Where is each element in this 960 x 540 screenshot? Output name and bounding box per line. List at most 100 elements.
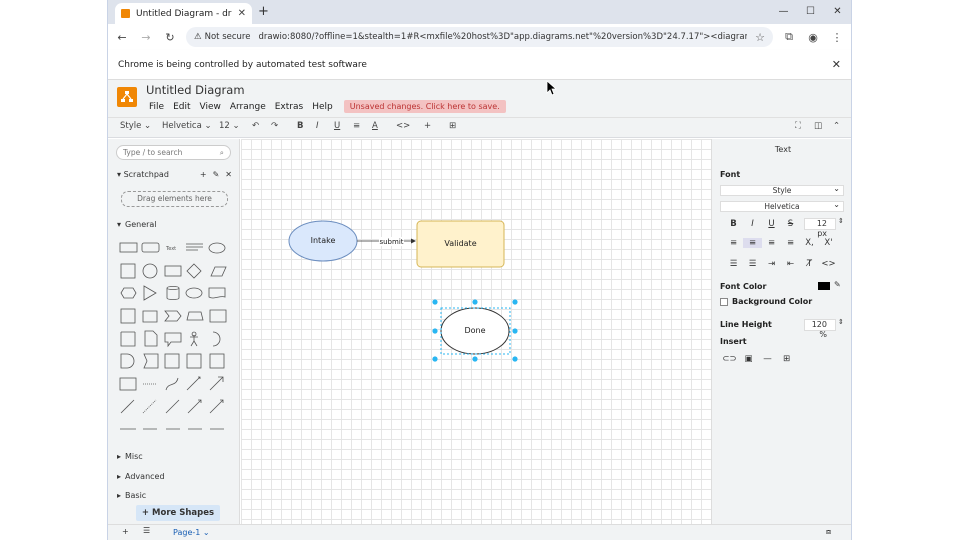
tape-shape[interactable] bbox=[209, 309, 227, 323]
actor-shape[interactable] bbox=[190, 331, 198, 347]
insert-table-icon[interactable]: ⊞ bbox=[777, 354, 796, 364]
numbered-list-icon[interactable]: ☰ bbox=[724, 259, 743, 269]
page-tab[interactable]: Page-1 ⌄ bbox=[173, 528, 210, 537]
cast-icon[interactable]: ⧉ bbox=[781, 30, 797, 44]
close-tab-icon[interactable]: ✕ bbox=[238, 8, 246, 19]
insert-horizontal-rule-icon[interactable]: — bbox=[758, 354, 777, 364]
step-shape[interactable] bbox=[164, 310, 182, 322]
unsaved-changes-button[interactable]: Unsaved changes. Click here to save. bbox=[343, 100, 506, 113]
square-2-shape[interactable] bbox=[164, 353, 180, 369]
align-left-icon[interactable]: ≡ bbox=[724, 238, 743, 248]
color-picker-icon[interactable]: ✎ bbox=[834, 280, 841, 289]
collapse-icon[interactable]: ⌃ bbox=[833, 121, 840, 131]
line-shape[interactable] bbox=[120, 399, 135, 414]
table-shape[interactable] bbox=[119, 377, 137, 391]
maximize-icon[interactable]: ☐ bbox=[797, 0, 824, 24]
html-icon[interactable]: <> bbox=[396, 121, 410, 131]
rectangle-shape[interactable] bbox=[119, 242, 138, 253]
panel-underline-icon[interactable]: U bbox=[762, 219, 781, 229]
arrow-connector-shape[interactable] bbox=[209, 399, 224, 414]
table-icon[interactable]: ⊞ bbox=[449, 121, 456, 131]
align-center-icon[interactable]: ≡ bbox=[743, 238, 762, 248]
font-select[interactable]: Helvetica bbox=[720, 200, 844, 212]
clear-format-icon[interactable]: T̸ bbox=[800, 259, 819, 269]
forward-icon[interactable]: → bbox=[138, 31, 154, 44]
edit-icon[interactable]: ✎ bbox=[213, 170, 220, 179]
menu-edit[interactable]: Edit bbox=[173, 102, 190, 112]
frame-shape[interactable] bbox=[186, 353, 202, 369]
font-size-input[interactable]: 12 px bbox=[804, 218, 836, 238]
callout-shape[interactable] bbox=[164, 332, 182, 348]
new-tab-button[interactable]: + bbox=[258, 4, 269, 19]
omnibox[interactable]: ⚠ Not secure drawio:8080/?offline=1&steal… bbox=[186, 27, 773, 47]
pages-menu-icon[interactable]: ☰ bbox=[143, 526, 150, 535]
diagram-title[interactable]: Untitled Diagram bbox=[146, 83, 245, 97]
dotted-line-shape[interactable] bbox=[142, 399, 157, 414]
superscript-icon[interactable]: X' bbox=[819, 238, 838, 248]
style-select[interactable]: Style bbox=[720, 184, 844, 196]
format-tab-text[interactable]: Text bbox=[712, 145, 851, 154]
outdent-icon[interactable]: ⇤ bbox=[781, 259, 800, 269]
internal-storage-shape[interactable] bbox=[120, 308, 136, 324]
misc-section[interactable]: ▸ Misc bbox=[117, 452, 143, 461]
close-window-icon[interactable]: ✕ bbox=[824, 0, 851, 24]
square-shape[interactable] bbox=[120, 263, 136, 279]
curve-shape[interactable] bbox=[165, 377, 179, 391]
card-shape[interactable] bbox=[144, 330, 158, 347]
format-panel-toggle-icon[interactable]: ◫ bbox=[814, 121, 822, 131]
basic-section[interactable]: ▸ Basic bbox=[117, 491, 146, 500]
diamond-shape[interactable] bbox=[186, 263, 202, 279]
display-shape[interactable] bbox=[143, 353, 159, 369]
add-page-icon[interactable]: + bbox=[122, 527, 129, 536]
font-color-swatch[interactable] bbox=[818, 282, 830, 290]
browser-tab[interactable]: Untitled Diagram - draw.io ✕ bbox=[115, 3, 252, 24]
menu-help[interactable]: Help bbox=[312, 102, 333, 112]
reload-icon[interactable]: ↻ bbox=[162, 31, 178, 44]
subscript-icon[interactable]: X, bbox=[800, 238, 819, 248]
panel-italic-icon[interactable]: I bbox=[743, 219, 762, 229]
container-shape[interactable] bbox=[209, 353, 225, 369]
justify-icon[interactable]: ≡ bbox=[781, 238, 800, 248]
style-dropdown[interactable]: Style ⌄ bbox=[120, 121, 151, 131]
trapezoid-shape[interactable] bbox=[186, 311, 204, 321]
menu-file[interactable]: File bbox=[149, 102, 164, 112]
insert-link-icon[interactable]: ⊂⊃ bbox=[720, 354, 739, 364]
menu-extras[interactable]: Extras bbox=[275, 102, 303, 112]
arrow-shape[interactable] bbox=[209, 376, 224, 391]
connector-shape[interactable] bbox=[165, 399, 180, 414]
align-icon[interactable]: ≡ bbox=[353, 121, 360, 131]
url-text[interactable]: drawio:8080/?offline=1&stealth=1#R<mxfil… bbox=[258, 32, 747, 42]
document-shape[interactable] bbox=[208, 287, 226, 299]
process-shape[interactable] bbox=[164, 265, 182, 277]
profile-icon[interactable]: ◉ bbox=[805, 31, 821, 44]
textbox-shape[interactable] bbox=[186, 243, 203, 251]
line-height-input[interactable]: 120 % bbox=[804, 319, 836, 339]
infobar-close-icon[interactable]: ✕ bbox=[832, 58, 841, 71]
triangle-shape[interactable] bbox=[143, 285, 157, 301]
align-right-icon[interactable]: ≡ bbox=[762, 238, 781, 248]
bullet-list-icon[interactable]: ☰ bbox=[743, 259, 762, 269]
circle-shape[interactable] bbox=[142, 263, 158, 279]
html-code-icon[interactable]: <> bbox=[819, 259, 838, 269]
cylinder-shape[interactable] bbox=[166, 286, 180, 300]
note-shape[interactable] bbox=[120, 331, 136, 347]
font-color-icon[interactable]: A bbox=[372, 121, 378, 131]
more-shapes-button[interactable]: + More Shapes bbox=[136, 505, 220, 521]
cube-shape[interactable] bbox=[142, 310, 158, 323]
cloud-shape[interactable] bbox=[185, 287, 203, 299]
indent-icon[interactable]: ⇥ bbox=[762, 259, 781, 269]
font-dropdown[interactable]: Helvetica ⌄ bbox=[162, 121, 212, 131]
directional-connector-shape[interactable] bbox=[187, 399, 202, 414]
advanced-section[interactable]: ▸ Advanced bbox=[117, 472, 165, 481]
panel-strikethrough-icon[interactable]: S bbox=[781, 219, 800, 229]
text-shape[interactable]: Text bbox=[165, 246, 176, 252]
minimize-icon[interactable]: — bbox=[770, 0, 797, 24]
back-icon[interactable]: ← bbox=[114, 31, 130, 44]
menu-arrange[interactable]: Arrange bbox=[230, 102, 266, 112]
font-size-stepper-icon[interactable]: ⇕ bbox=[838, 217, 844, 225]
parallelogram-shape[interactable] bbox=[210, 266, 227, 277]
font-size-dropdown[interactable]: 12 ⌄ bbox=[219, 121, 240, 131]
fullscreen-icon[interactable]: ⛶ bbox=[795, 121, 801, 131]
or-shape[interactable] bbox=[212, 331, 221, 347]
italic-icon[interactable]: I bbox=[316, 121, 319, 131]
